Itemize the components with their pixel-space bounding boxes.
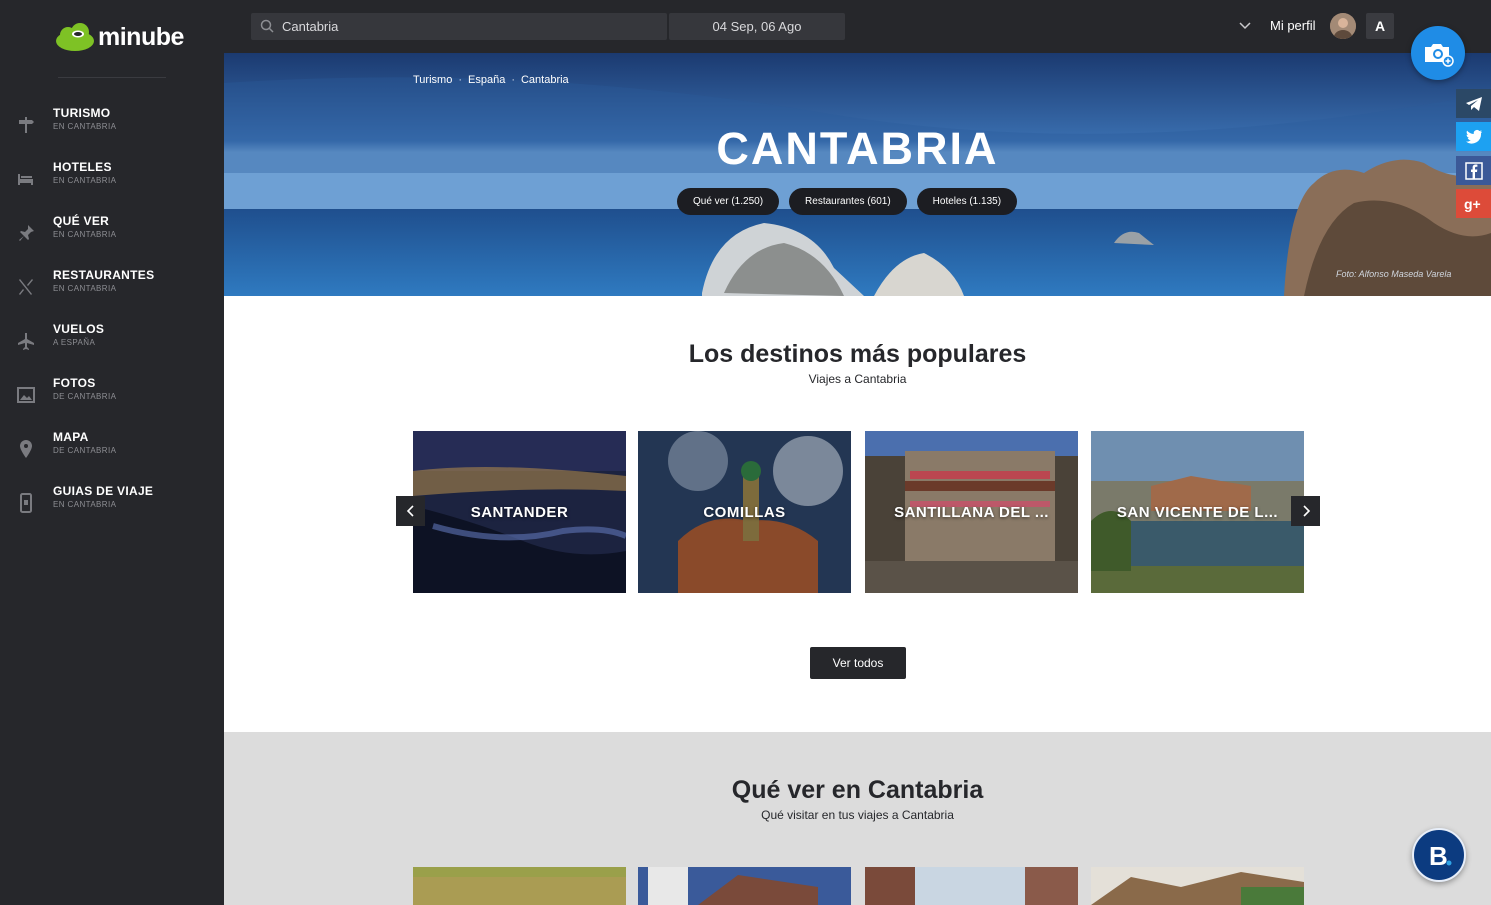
destination-card-santillana[interactable]: SANTILLANA DEL ... (865, 431, 1078, 593)
sidebar-item-guias[interactable]: GUIAS DE VIAJE EN CANTABRIA (0, 484, 224, 524)
phone-icon (15, 492, 37, 514)
search-box (251, 13, 667, 40)
cutlery-icon (15, 276, 37, 298)
breadcrumb-separator: · (458, 74, 462, 86)
pill-hoteles[interactable]: Hoteles (1.135) (916, 188, 1018, 215)
popular-section-subtitle: Viajes a Cantabria (808, 372, 907, 386)
upload-photo-button[interactable] (1411, 26, 1465, 80)
sidebar-item-label: QUÉ VER (53, 214, 110, 228)
que-ver-section-subtitle: Qué visitar en tus viajes a Cantabria (761, 808, 954, 822)
sidebar-item-label: GUIAS DE VIAJE (53, 484, 154, 498)
sidebar-item-label: FOTOS (53, 376, 96, 390)
share-facebook-button[interactable] (1456, 156, 1491, 185)
destination-card-label: SANTANDER (470, 503, 569, 521)
sidebar-item-sublabel: EN CANTABRIA (53, 284, 117, 293)
breadcrumb-turismo[interactable]: Turismo (413, 74, 452, 86)
attraction-card[interactable] (638, 867, 851, 905)
sidebar-item-sublabel: A ESPAÑA (53, 338, 96, 347)
sidebar-item-mapa[interactable]: MAPA DE CANTABRIA (0, 430, 224, 470)
breadcrumb-cantabria[interactable]: Cantabria (521, 74, 569, 86)
sidebar-item-label: VUELOS (53, 322, 105, 336)
topbar: 04 Sep, 06 Ago Mi perfil A (224, 0, 1491, 53)
svg-text:B: B (1429, 841, 1448, 870)
sidebar-item-que-ver[interactable]: QUÉ VER EN CANTABRIA (0, 214, 224, 254)
destination-card-san-vicente[interactable]: SAN VICENTE DE L... (1091, 431, 1304, 593)
destination-card-label: SANTILLANA DEL ... (894, 503, 1049, 521)
chevron-down-icon[interactable] (1238, 18, 1252, 32)
svg-text:g+: g+ (1464, 196, 1481, 212)
search-input[interactable] (282, 13, 652, 40)
sidebar-item-label: HOTELES (53, 160, 112, 174)
destination-card-label: SAN VICENTE DE L... (1116, 503, 1279, 521)
sidebar-item-sublabel: EN CANTABRIA (53, 230, 117, 239)
attraction-photo (1091, 867, 1304, 905)
google-plus-icon: g+ (1464, 196, 1481, 212)
sidebar-item-sublabel: EN CANTABRIA (53, 122, 117, 131)
facebook-icon (1464, 161, 1483, 180)
destination-card-santander[interactable]: SANTANDER (413, 431, 626, 593)
pill-que-ver[interactable]: Qué ver (1.250) (677, 188, 780, 215)
attraction-photo (865, 867, 1078, 905)
sidebar-item-label: TURISMO (53, 106, 111, 120)
see-all-button[interactable]: Ver todos (810, 647, 906, 679)
category-pills: Qué ver (1.250) Restaurantes (601) Hotel… (677, 188, 1018, 215)
photo-icon (15, 384, 37, 406)
date-range-field[interactable]: 04 Sep, 06 Ago (669, 13, 845, 40)
breadcrumb-espana[interactable]: España (468, 74, 505, 86)
language-button[interactable]: A (1366, 13, 1394, 39)
sidebar-item-hoteles[interactable]: HOTELES EN CANTABRIA (0, 160, 224, 200)
cloud-logo-icon (56, 23, 94, 51)
sidebar-item-fotos[interactable]: FOTOS DE CANTABRIA (0, 376, 224, 416)
twitter-icon (1465, 129, 1482, 144)
booking-button[interactable]: B (1412, 828, 1466, 882)
attraction-card[interactable] (413, 867, 626, 905)
chevron-left-icon (406, 505, 414, 517)
avatar[interactable] (1330, 13, 1356, 39)
sidebar-item-sublabel: DE CANTABRIA (53, 446, 117, 455)
sidebar-item-label: MAPA (53, 430, 89, 444)
sidebar-item-label: RESTAURANTES (53, 268, 155, 282)
breadcrumb: Turismo · España · Cantabria (413, 74, 569, 86)
attraction-photo (638, 867, 851, 905)
attraction-card[interactable] (865, 867, 1078, 905)
booking-b-icon: B (1429, 841, 1452, 870)
logo-divider (58, 77, 166, 78)
que-ver-section-title: Qué ver en Cantabria (731, 776, 984, 804)
share-google-plus-button[interactable]: g+ (1456, 189, 1491, 218)
sidebar-item-turismo[interactable]: TURISMO EN CANTABRIA (0, 106, 224, 146)
sidebar-item-sublabel: EN CANTABRIA (53, 500, 117, 509)
share-telegram-button[interactable] (1456, 89, 1491, 118)
destination-card-comillas[interactable]: COMILLAS (638, 431, 851, 593)
brand-name: minube (98, 22, 184, 51)
brand-logo[interactable]: minube (54, 22, 184, 52)
camera-add-icon (1425, 44, 1454, 67)
profile-link[interactable]: Mi perfil (1270, 18, 1316, 33)
share-twitter-button[interactable] (1456, 122, 1491, 151)
sidebar-item-sublabel: DE CANTABRIA (53, 392, 117, 401)
sidebar-item-sublabel: EN CANTABRIA (53, 176, 117, 185)
photo-credit[interactable]: Foto: Alfonso Maseda Varela (1336, 269, 1451, 279)
search-icon (260, 19, 274, 33)
chevron-right-icon (1302, 505, 1310, 517)
attraction-card[interactable] (1091, 867, 1304, 905)
telegram-icon (1465, 96, 1482, 111)
signpost-icon (15, 114, 37, 136)
hero-banner: Turismo · España · Cantabria CANTABRIA Q… (224, 53, 1491, 296)
destination-card-label: COMILLAS (703, 503, 786, 521)
pill-restaurantes[interactable]: Restaurantes (601) (789, 188, 907, 215)
breadcrumb-separator: · (511, 74, 515, 86)
carousel-next-button[interactable] (1291, 496, 1320, 526)
pin-icon (15, 222, 37, 244)
attraction-photo (413, 867, 626, 905)
bed-icon (15, 168, 37, 190)
sidebar: minube TURISMO EN CANTABRIA HOTELES EN C… (0, 0, 224, 905)
popular-section-title: Los destinos más populares (688, 340, 1027, 368)
sidebar-item-vuelos[interactable]: VUELOS A ESPAÑA (0, 322, 224, 362)
page-title: CANTABRIA (716, 123, 999, 174)
carousel-prev-button[interactable] (396, 496, 425, 526)
map-pin-icon (15, 438, 37, 460)
plane-icon (15, 330, 37, 352)
sidebar-item-restaurantes[interactable]: RESTAURANTES EN CANTABRIA (0, 268, 224, 308)
